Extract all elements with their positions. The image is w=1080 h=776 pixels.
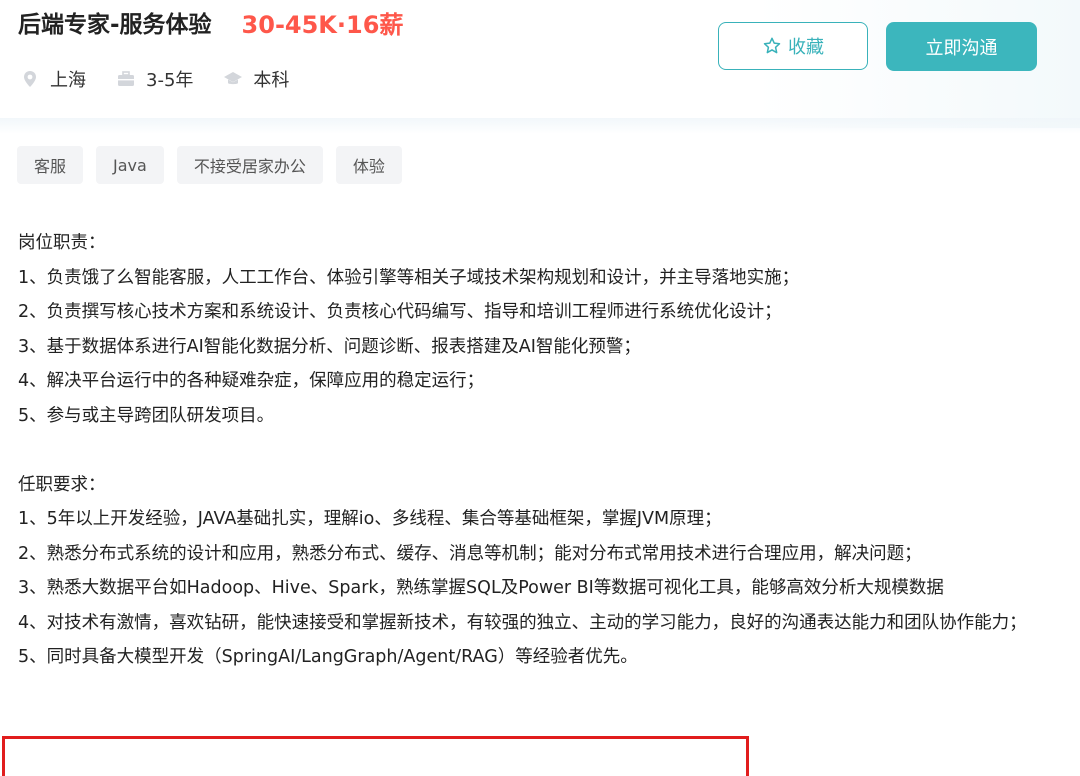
graduation-cap-icon (223, 69, 243, 89)
favorite-button[interactable]: 收藏 (718, 22, 868, 70)
title-row: 后端专家-服务体验 30-45K·16薪 (18, 2, 403, 42)
chat-now-button[interactable]: 立即沟通 (886, 22, 1037, 71)
duty-item: 1、负责饿了么智能客服，人工工作台、体验引擎等相关子域技术架构规划和设计，并主导… (18, 267, 800, 288)
salary: 30-45K·16薪 (241, 10, 404, 39)
tag: 不接受居家办公 (176, 146, 323, 184)
star-outline-icon (763, 37, 781, 54)
requirements-heading: 任职要求： (18, 474, 106, 495)
requirement-item: 1、5年以上开发经验，JAVA基础扎实，理解io、多线程、集合等基础框架，掌握J… (18, 509, 722, 529)
header-divider (0, 118, 1080, 134)
chat-now-label: 立即沟通 (925, 37, 998, 59)
duty-item: 5、参与或主导跨团队研发项目。 (18, 405, 275, 426)
education-text: 本科 (253, 70, 290, 91)
favorite-label: 收藏 (788, 37, 824, 58)
requirement-item: 3、熟悉大数据平台如Hadoop、Hive、Spark，熟练掌握SQL及Powe… (18, 578, 944, 598)
location-pin-icon (20, 69, 40, 89)
tag-list: 客服 Java 不接受居家办公 体验 (17, 146, 415, 184)
requirement-item: 5、同时具备大模型开发（SpringAI/LangGraph/Agent/RAG… (18, 647, 638, 667)
job-description: 岗位职责： 1、负责饿了么智能客服，人工工作台、体验引擎等相关子域技术架构规划和… (18, 226, 1058, 675)
tag: 客服 (17, 146, 84, 184)
briefcase-icon (116, 69, 136, 89)
requirement-item: 4、对技术有激情，喜欢钻研，能快速接受和掌握新技术，有较强的独立、主动的学习能力… (18, 612, 1027, 633)
duties-heading: 岗位职责： (18, 233, 106, 253)
location-text: 上海 (50, 70, 86, 91)
duty-item: 2、负责撰写核心技术方案和系统设计、负责核心代码编写、指导和培训工程师进行系统优… (18, 302, 782, 322)
duty-item: 4、解决平台运行中的各种疑难杂症，保障应用的稳定运行； (18, 371, 485, 391)
highlight-box (2, 736, 749, 776)
tag: Java (96, 146, 164, 184)
education-item: 本科 (223, 66, 289, 92)
duty-item: 3、基于数据体系进行AI智能化数据分析、问题诊断、报表搭建及AI智能化预警； (18, 336, 641, 357)
experience-item: 3-5年 (116, 66, 193, 92)
job-meta: 上海 3-5年 本科 (20, 66, 319, 92)
experience-text: 3-5年 (146, 70, 194, 91)
tag: 体验 (335, 146, 402, 184)
job-title: 后端专家-服务体验 (18, 12, 212, 38)
requirement-item: 2、熟悉分布式系统的设计和应用，熟悉分布式、缓存、消息等机制；能对分布式常用技术… (18, 543, 922, 564)
location-item: 上海 (20, 66, 86, 92)
